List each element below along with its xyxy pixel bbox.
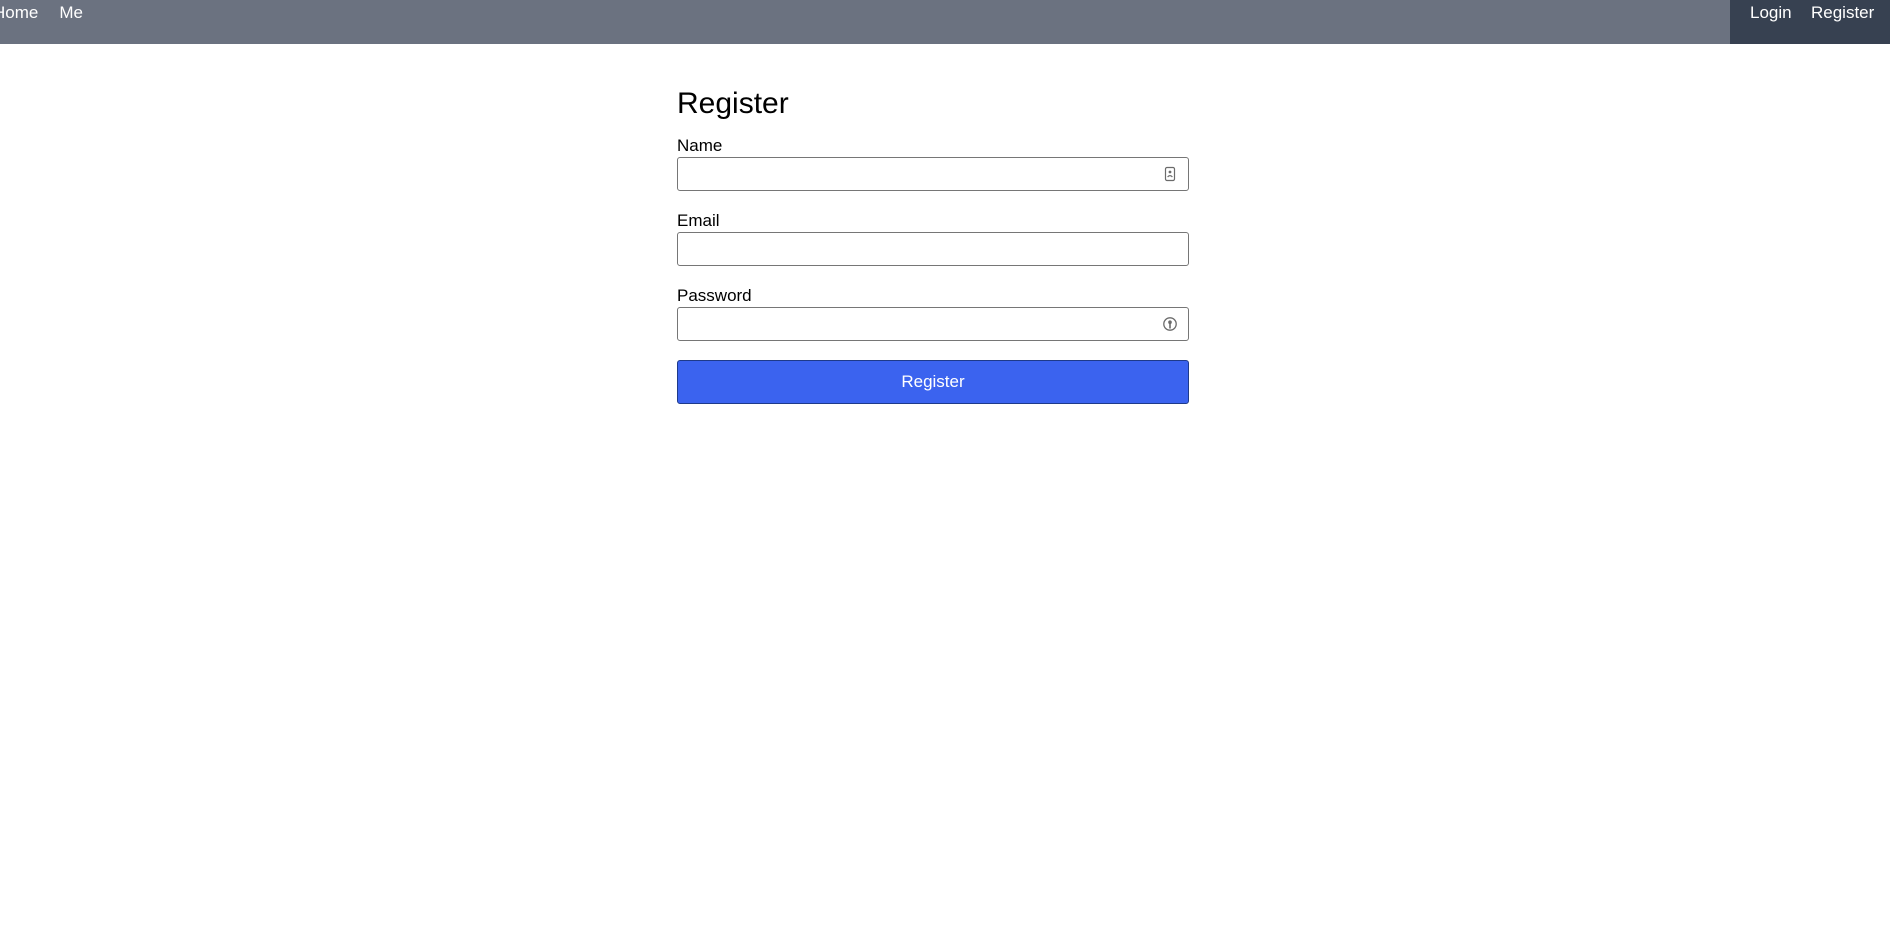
nav-me-link[interactable]: Me <box>59 0 83 26</box>
contact-card-icon[interactable] <box>1162 166 1178 182</box>
password-input[interactable] <box>677 307 1189 341</box>
password-input-wrapper <box>677 307 1189 341</box>
register-submit-button[interactable]: Register <box>677 360 1189 404</box>
nav-register-link[interactable]: Register <box>1811 0 1874 26</box>
page-title: Register <box>677 87 789 120</box>
name-input-wrapper <box>677 157 1189 191</box>
password-key-icon[interactable] <box>1162 316 1178 332</box>
email-label: Email <box>677 211 720 230</box>
nav-home-link[interactable]: Home <box>0 0 38 26</box>
password-field-group: Password <box>677 286 1189 341</box>
email-input-wrapper <box>677 232 1189 266</box>
name-label: Name <box>677 136 723 155</box>
primary-nav: Home Me <box>0 0 104 26</box>
email-input[interactable] <box>677 232 1189 266</box>
password-label: Password <box>677 286 752 305</box>
register-form: Register Name Email Password Register <box>677 86 1189 404</box>
top-navigation-bar: Home Me Login Register <box>0 0 1890 44</box>
auth-nav: Login Register <box>1730 0 1890 44</box>
email-field-group: Email <box>677 211 1189 266</box>
name-field-group: Name <box>677 136 1189 191</box>
name-input[interactable] <box>677 157 1189 191</box>
nav-login-link[interactable]: Login <box>1750 0 1792 26</box>
